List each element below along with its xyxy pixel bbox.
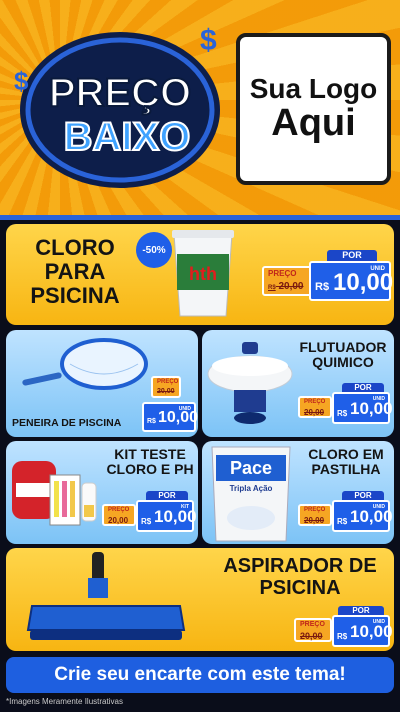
product-title: CLORO EM PASTILHA bbox=[308, 446, 384, 478]
pool-vacuum-image bbox=[26, 552, 186, 640]
preco-baixo-badge: $ $ PREÇO BAIXO bbox=[14, 24, 220, 188]
old-price-tag: PREÇO 20,00 bbox=[102, 504, 136, 526]
skimmer-net-image bbox=[22, 338, 148, 390]
product-title: PENEIRA DE PISCINA bbox=[12, 417, 122, 429]
discount-badge: -50% bbox=[136, 232, 172, 268]
new-price-tag: R$ 10,00 UNID bbox=[332, 392, 393, 424]
product-title: KIT TESTE CLORO E PH bbox=[106, 446, 194, 478]
create-flyer-button[interactable]: Crie seu encarte com este tema! bbox=[6, 657, 394, 693]
bag-sub-label: Tripla Ação bbox=[230, 484, 273, 493]
product-card-kit-teste[interactable]: KIT TESTE CLORO E PH POR PREÇO 20,00 R$ … bbox=[6, 441, 198, 544]
product-card-cloro[interactable]: CLORO PARA PSICINA -50% hth PREÇO R$ 20,… bbox=[6, 224, 394, 325]
old-price-tag: PREÇO R$ 20,00 bbox=[262, 266, 312, 296]
old-price-tag: PREÇO 20,00 bbox=[298, 396, 332, 418]
new-price-tag: R$ 10,00 UNID bbox=[332, 500, 393, 532]
new-price-tag: R$ 10,00 UNID bbox=[332, 615, 393, 647]
new-price-tag: R$ 10,00 UNID bbox=[309, 261, 393, 301]
divider-stripe bbox=[0, 215, 400, 220]
chlorine-tablet-bag-image: Pace Tripla Ação bbox=[211, 446, 291, 542]
product-card-peneira[interactable]: PENEIRA DE PISCINA PREÇO 20,00 R$ 10,00 … bbox=[6, 330, 198, 437]
header-banner: $ $ PREÇO BAIXO Sua Logo Aqui bbox=[0, 0, 400, 215]
bag-brand-label: Pace bbox=[230, 458, 272, 478]
product-title: ASPIRADOR DE PSICINA bbox=[223, 555, 377, 599]
logo-text-line1: Sua Logo bbox=[249, 73, 378, 105]
product-title: FLUTUADOR QUIMICO bbox=[299, 339, 387, 371]
old-price-tag: PREÇO 20,00 bbox=[298, 504, 332, 526]
product-card-pastilha[interactable]: Pace Tripla Ação CLORO EM PASTILHA POR P… bbox=[202, 441, 394, 544]
old-price-tag: PREÇO 20,00 bbox=[294, 618, 332, 642]
logo-text-line2: Aqui bbox=[271, 101, 356, 144]
badge-line1: PREÇO bbox=[49, 71, 191, 115]
logo-placeholder: Sua Logo Aqui bbox=[236, 33, 391, 185]
product-card-aspirador[interactable]: ASPIRADOR DE PSICINA POR PREÇO 20,00 R$ … bbox=[6, 548, 394, 651]
dollar-sign-icon: $ bbox=[200, 24, 217, 57]
dollar-sign-icon: $ bbox=[14, 66, 29, 96]
new-price-tag: R$ 10,00 UNID bbox=[142, 402, 198, 432]
badge-line2: BAIXO bbox=[64, 115, 191, 159]
new-price-tag: R$ 10,00 KIT bbox=[136, 500, 197, 532]
bucket-brand-label: hth bbox=[189, 264, 217, 284]
footnote: *Imagens Meramente Ilustrativas bbox=[6, 697, 123, 706]
old-price-tag: PREÇO 20,00 bbox=[151, 376, 181, 398]
chlorine-bucket-image: hth bbox=[172, 230, 234, 317]
test-kit-image bbox=[12, 461, 97, 526]
product-title: CLORO PARA PSICINA bbox=[30, 235, 120, 308]
chemical-floater-image bbox=[207, 342, 293, 424]
product-card-flutuador[interactable]: FLUTUADOR QUIMICO POR PREÇO 20,00 R$ 10,… bbox=[202, 330, 394, 437]
